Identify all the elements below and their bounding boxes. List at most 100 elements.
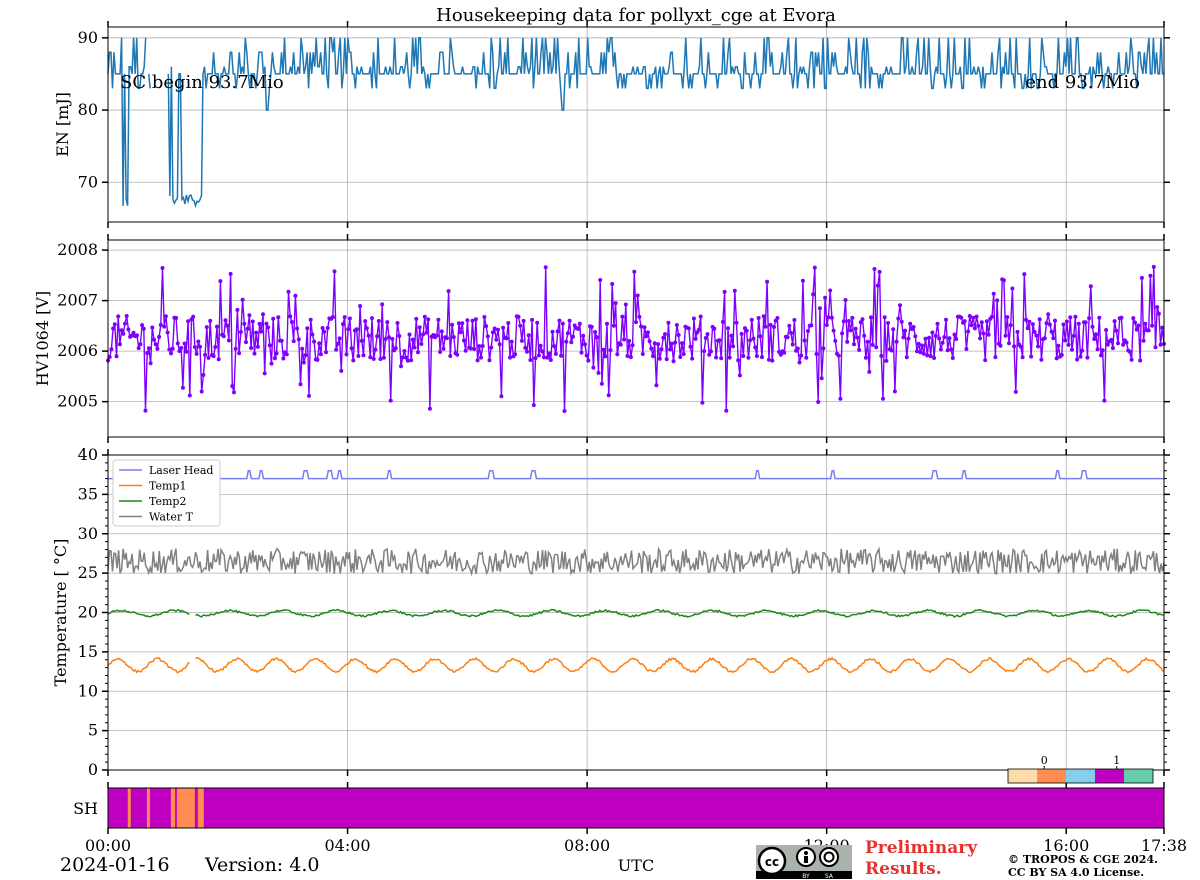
colorbar-tick-label: 1 <box>1113 754 1120 767</box>
hv1064-point <box>845 339 850 344</box>
hv1064-point <box>439 329 444 334</box>
hv1064-point <box>238 330 243 334</box>
hv1064-point <box>206 355 211 360</box>
hv1064-point <box>964 347 969 351</box>
hv1064-point <box>153 342 158 347</box>
hv1064-point <box>591 365 596 370</box>
hv1064-point <box>358 304 363 308</box>
hv1064-point <box>223 318 228 323</box>
hv1064-point <box>567 318 572 323</box>
hv1064-point <box>1054 356 1059 361</box>
hv1064-point <box>673 340 678 345</box>
legend-label: Temp1 <box>149 480 186 493</box>
hv1064-point <box>613 301 618 306</box>
y-tick-label: 20 <box>78 603 98 622</box>
hv1064-point <box>869 315 873 320</box>
hv1064-point <box>840 331 845 336</box>
hv1064-point <box>373 347 378 352</box>
hv1064-point <box>778 352 783 357</box>
hv1064-point <box>312 339 317 344</box>
hv1064-point <box>944 317 948 322</box>
hv1064-point <box>622 337 627 342</box>
hv1064-point <box>717 338 722 343</box>
hv1064-point <box>249 346 254 350</box>
hv1064-point <box>601 347 606 352</box>
hv1064-point <box>661 335 666 340</box>
hv1064-point <box>892 389 897 394</box>
hv1064-point <box>598 278 603 282</box>
hv1064-point <box>891 327 896 332</box>
hv1064-point <box>821 346 826 351</box>
hv1064-point <box>216 357 221 362</box>
hv1064-point <box>196 339 201 344</box>
hv1064-point <box>310 332 315 337</box>
svg-text:BY: BY <box>802 873 810 879</box>
hv1064-point <box>1013 389 1018 394</box>
hv1064-point <box>485 334 490 339</box>
hv1064-point <box>634 320 638 325</box>
hv1064-point <box>577 321 582 326</box>
colorbar-tick-label: 0 <box>1041 754 1048 767</box>
hv1064-point <box>307 393 311 398</box>
hv1064-point <box>232 390 236 395</box>
hv1064-point <box>155 346 160 351</box>
hv1064-point <box>547 351 552 356</box>
hv1064-point <box>571 334 575 339</box>
hv1064-point <box>506 321 511 325</box>
hv1064-point <box>448 354 453 358</box>
hv1064-point <box>148 361 153 366</box>
hv1064-point <box>714 355 719 360</box>
hv1064-point <box>341 322 345 327</box>
hv1064-point <box>472 347 477 351</box>
hv1064-point <box>208 318 213 323</box>
hv1064-point <box>157 334 162 339</box>
colorbar-swatch <box>1008 769 1037 783</box>
hv1064-point <box>797 360 802 365</box>
hv1064-point <box>1046 312 1051 317</box>
hv1064-point <box>599 381 604 386</box>
hv1064-point <box>581 333 586 338</box>
hv1064-point <box>468 346 473 351</box>
hv1064-point <box>213 345 218 349</box>
hv1064-point <box>1083 320 1088 325</box>
hv1064-point <box>535 320 540 325</box>
hv1064-point <box>332 269 337 274</box>
hv1064-point <box>192 345 197 349</box>
hv1064-point <box>300 346 305 351</box>
hv1064-point <box>666 320 671 325</box>
hv1064-point <box>152 337 156 342</box>
hv1064-point <box>444 336 449 341</box>
hv1064-point <box>811 292 816 297</box>
hv1064-point <box>490 330 495 335</box>
preliminary-line-2: Results. <box>865 859 942 879</box>
hv1064-point <box>901 335 906 340</box>
hv1064-point <box>800 278 805 283</box>
hv1064-point <box>654 383 659 388</box>
hv1064-point <box>560 321 565 326</box>
hv1064-point <box>933 333 938 338</box>
hv1064-point <box>850 315 855 320</box>
hv1064-point <box>872 267 877 271</box>
hv1064-point <box>584 353 589 358</box>
hv1064-point <box>911 325 916 329</box>
hv1064-point <box>496 327 500 332</box>
hv1064-point <box>230 384 235 389</box>
hv1064-point <box>150 325 155 330</box>
hv1064-point <box>194 351 199 356</box>
hv1064-point <box>427 406 432 411</box>
hv1064-point <box>162 324 167 329</box>
hv1064-point <box>169 351 173 356</box>
hv1064-point <box>1008 323 1013 328</box>
hv1064-point <box>1070 347 1074 352</box>
hv1064-point <box>913 334 918 339</box>
hv1064-point <box>812 265 817 270</box>
hv1064-point <box>894 339 899 344</box>
hv1064-point <box>301 360 306 365</box>
hv1064-point <box>513 352 518 357</box>
hv1064-point <box>828 288 833 293</box>
hv1064-point <box>407 332 412 337</box>
hv1064-point <box>915 349 919 354</box>
hv1064-point <box>405 358 410 363</box>
hv1064-point <box>741 354 746 358</box>
hv1064-point <box>308 317 313 322</box>
